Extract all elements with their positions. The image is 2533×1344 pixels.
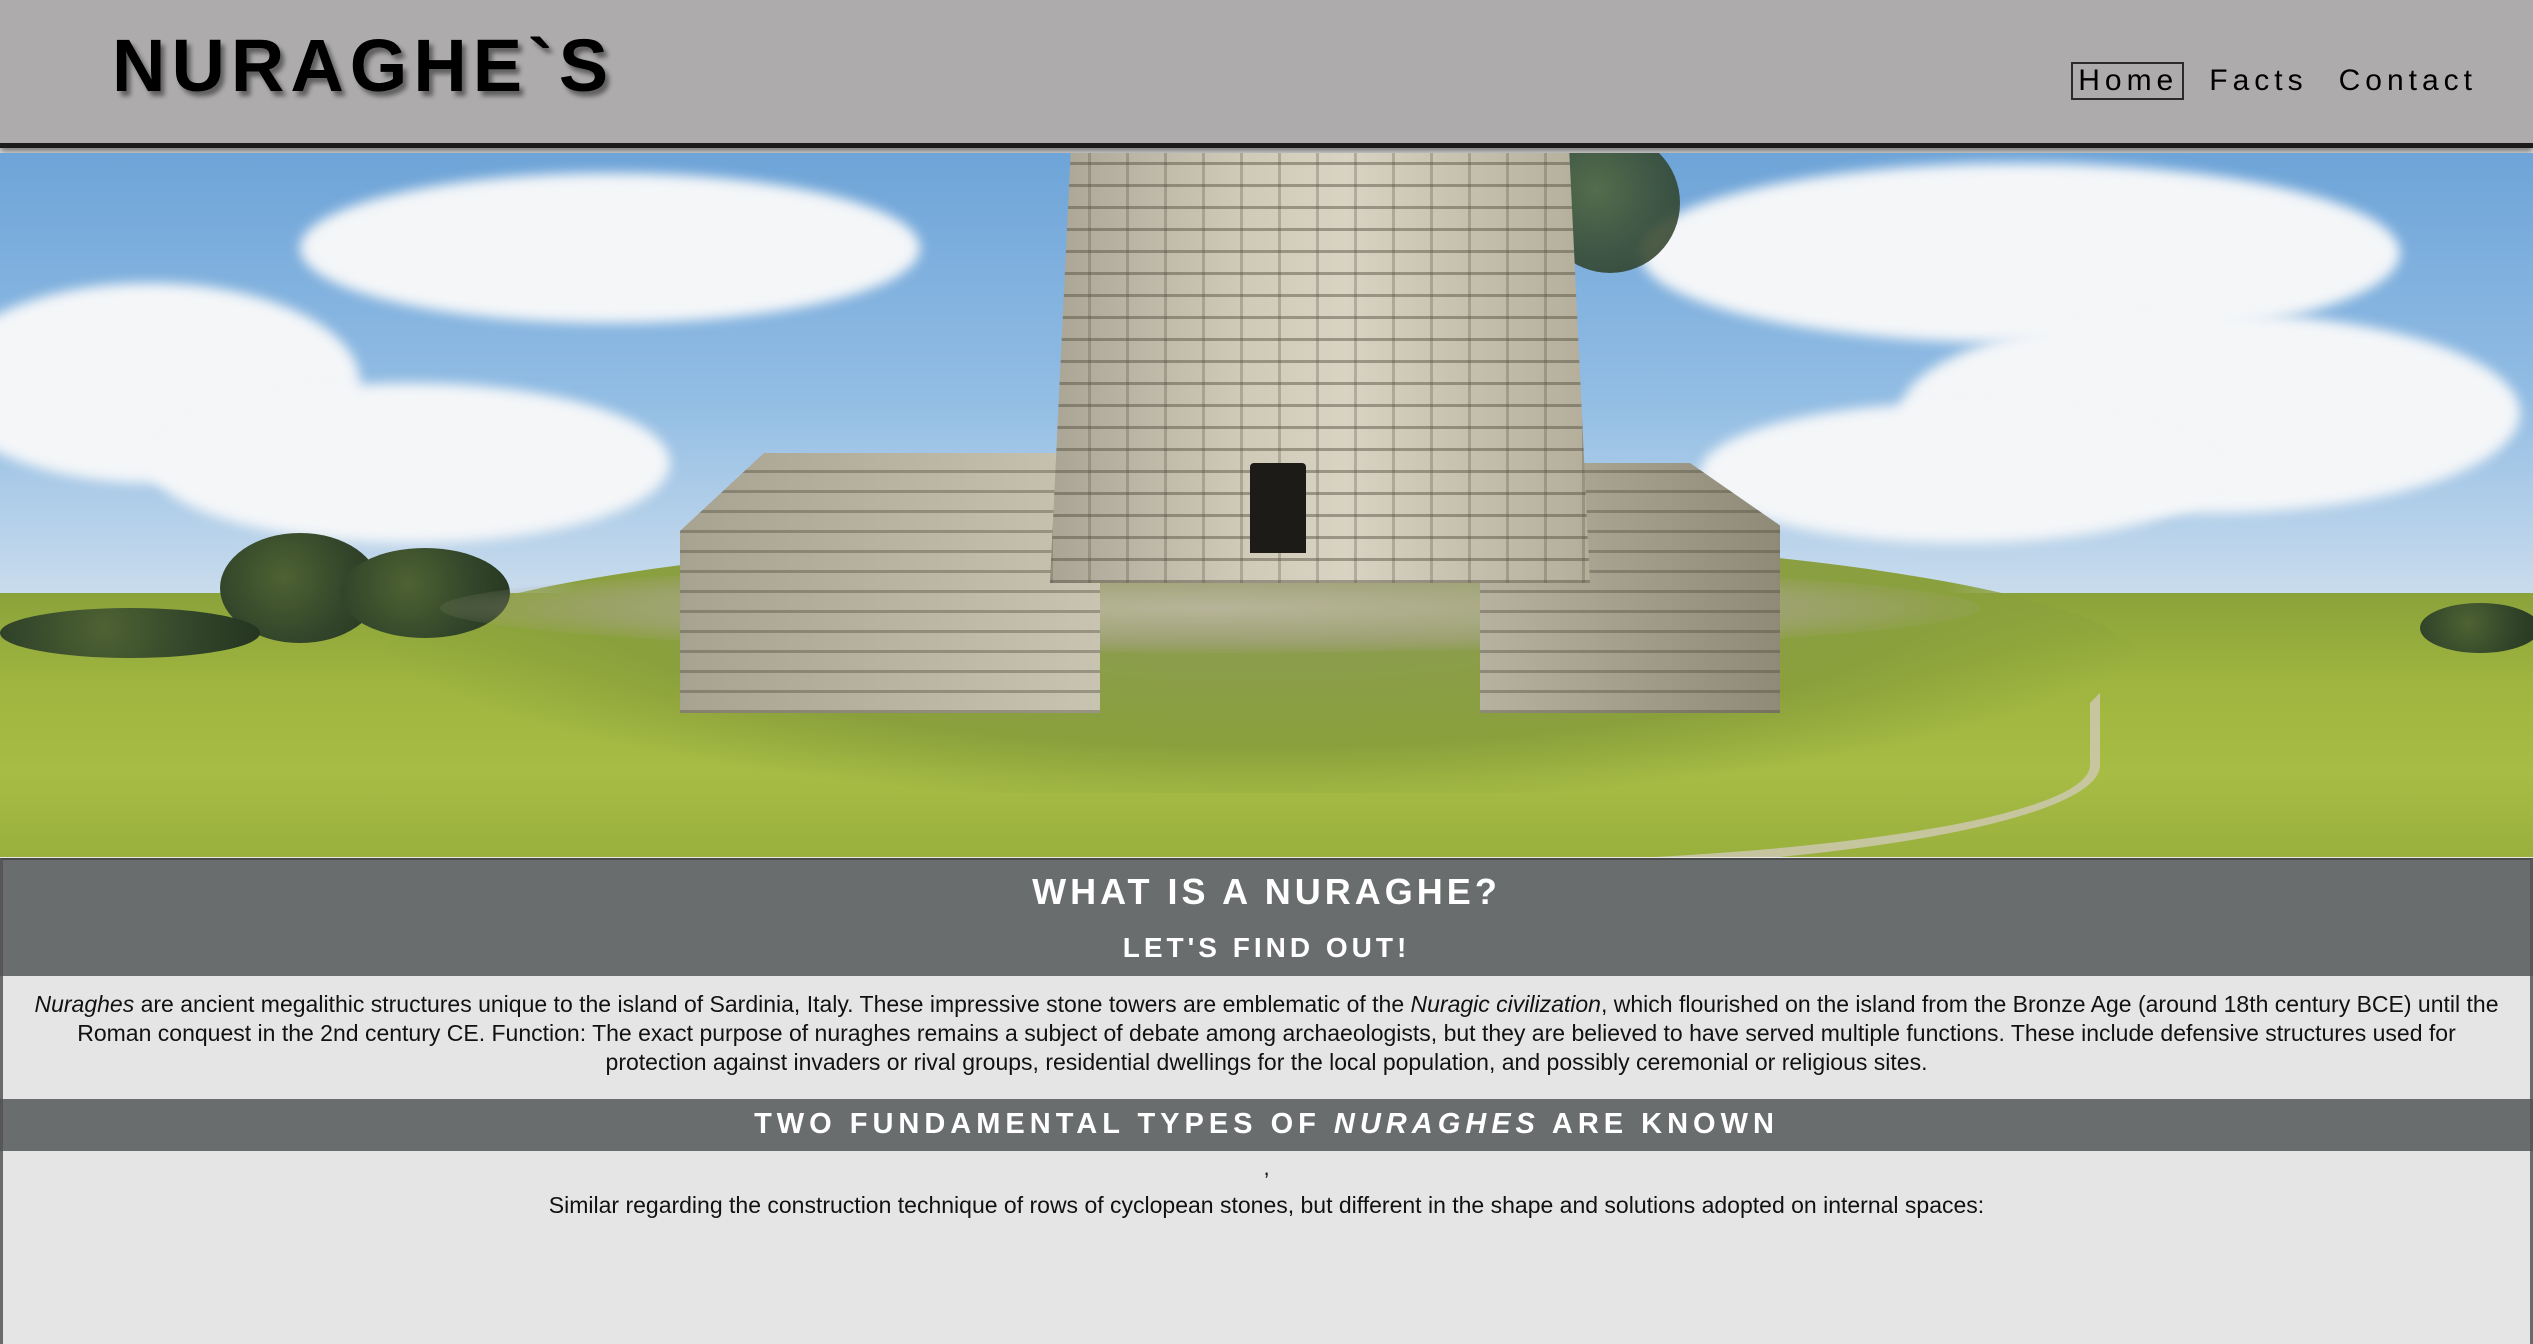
site-logo[interactable]: NURAGHE`S xyxy=(112,26,614,106)
intro-civilization: Nuragic civilization xyxy=(1410,991,1601,1017)
intro-text-block: Nuraghes are ancient megalithic structur… xyxy=(0,976,2533,1099)
types-title-prefix: TWO FUNDAMENTAL TYPES OF xyxy=(754,1108,1334,1140)
nav-facts-link[interactable]: Facts xyxy=(2202,62,2313,100)
intro-heading-band: WHAT IS A NURAGHE? LET'S FIND OUT! xyxy=(0,858,2533,976)
tower-doorway xyxy=(1250,463,1306,553)
main-nav: Home Facts Contact xyxy=(2071,62,2483,100)
types-title-suffix: ARE KNOWN xyxy=(1539,1108,1779,1140)
types-title: TWO FUNDAMENTAL TYPES OF NURAGHES ARE KN… xyxy=(3,1099,2530,1139)
cloud-shape xyxy=(150,383,670,543)
intro-term: Nuraghes xyxy=(34,991,135,1017)
types-comma: , xyxy=(1263,1155,1270,1180)
intro-title: WHAT IS A NURAGHE? xyxy=(1032,871,1501,912)
stone-tower xyxy=(1050,153,1590,583)
hero-nuraghe-image xyxy=(0,153,2533,857)
types-paragraph: Similar regarding the construction techn… xyxy=(548,1192,1985,1218)
types-text-block: , Similar regarding the construction tec… xyxy=(0,1151,2533,1344)
intro-text-part-1: are ancient megalithic structures unique… xyxy=(134,991,1411,1017)
intro-paragraph: Nuraghes are ancient megalithic structur… xyxy=(3,976,2530,1077)
dirt-path xyxy=(980,693,2100,857)
types-heading-band: TWO FUNDAMENTAL TYPES OF NURAGHES ARE KN… xyxy=(0,1099,2533,1151)
types-title-term: NURAGHES xyxy=(1333,1108,1540,1140)
bush-shape xyxy=(0,608,260,658)
bush-shape xyxy=(2420,603,2533,653)
intro-subtitle: LET'S FIND OUT! xyxy=(1122,932,1411,963)
nav-contact-link[interactable]: Contact xyxy=(2332,62,2483,100)
stone-wall-left xyxy=(680,453,1100,713)
cloud-shape xyxy=(1700,403,2220,543)
site-header: NURAGHE`S Home Facts Contact xyxy=(0,0,2533,148)
nav-home-link[interactable]: Home xyxy=(2071,62,2185,100)
cloud-shape xyxy=(300,173,920,323)
